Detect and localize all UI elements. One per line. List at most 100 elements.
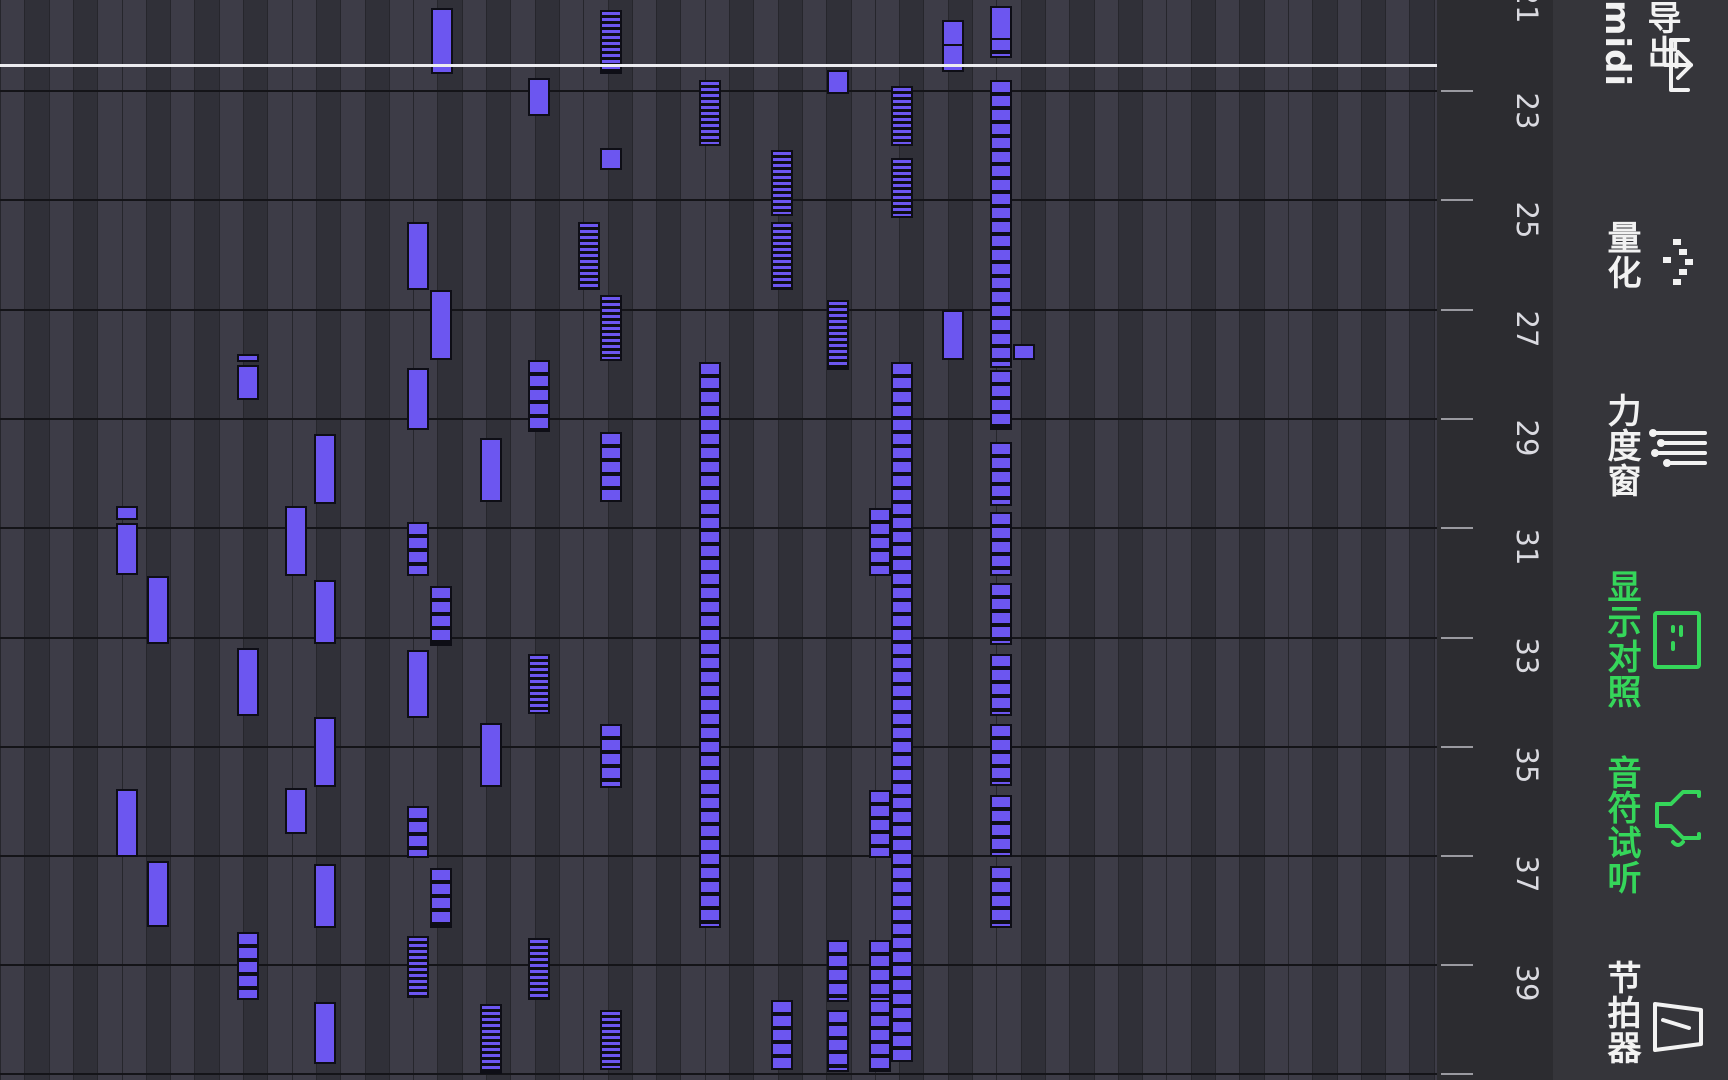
note-preview-button[interactable]: 音符试听 (1553, 755, 1728, 900)
note-block[interactable] (480, 438, 502, 502)
metronome-label: 节拍器 (1601, 960, 1641, 1065)
note-block[interactable] (480, 723, 502, 787)
note-block[interactable] (528, 78, 550, 116)
note-block[interactable] (600, 148, 622, 170)
pitch-lane-divider (656, 0, 658, 1080)
measure-ruler[interactable]: 21 23 25 27 29 31 33 35 37 39 (1437, 0, 1553, 1080)
note-group[interactable] (237, 932, 259, 1000)
note-group[interactable] (869, 790, 891, 858)
pitch-lane-divider (1166, 0, 1168, 1080)
note-block[interactable] (116, 506, 138, 520)
note-group[interactable] (827, 940, 849, 1002)
note-group[interactable] (407, 806, 429, 858)
note-block[interactable] (147, 576, 169, 644)
note-block[interactable] (116, 789, 138, 857)
note-block[interactable] (407, 222, 429, 290)
metronome-button[interactable]: 节拍器 (1553, 960, 1728, 1080)
note-group[interactable] (600, 295, 622, 361)
pitch-lane-divider (0, 0, 1, 1080)
note-group[interactable] (869, 508, 891, 576)
quantize-icon (1643, 227, 1713, 297)
note-group[interactable] (407, 936, 429, 998)
note-group[interactable] (891, 86, 913, 146)
velocity-label: 力度窗 (1601, 393, 1641, 498)
note-block[interactable] (314, 864, 336, 928)
app-window: 21 23 25 27 29 31 33 35 37 39 导出midi 量化 … (0, 0, 1728, 1080)
pitch-lane (1360, 0, 1386, 1080)
note-block[interactable] (430, 290, 452, 360)
pitch-lane (534, 0, 560, 1080)
note-group[interactable] (891, 158, 913, 218)
note-group[interactable] (827, 1010, 849, 1072)
pitch-lane (72, 0, 98, 1080)
pitch-lane-divider (1360, 0, 1362, 1080)
note-group[interactable] (578, 222, 600, 290)
note-block[interactable] (942, 20, 964, 46)
note-group[interactable] (990, 724, 1012, 786)
note-block[interactable] (237, 648, 259, 716)
pitch-lane (1044, 0, 1070, 1080)
note-group[interactable] (990, 654, 1012, 716)
velocity-window-button[interactable]: 力度窗 (1553, 385, 1728, 510)
pitch-lane-divider (461, 0, 463, 1080)
note-group[interactable] (827, 300, 849, 370)
note-group[interactable] (869, 940, 891, 1002)
note-group[interactable] (990, 38, 1012, 58)
note-group[interactable] (699, 362, 721, 928)
playhead-line[interactable] (0, 64, 1437, 67)
note-group[interactable] (600, 724, 622, 788)
note-block[interactable] (116, 523, 138, 575)
pitch-lane-divider (947, 0, 949, 1080)
piano-roll[interactable] (0, 0, 1437, 1080)
note-group[interactable] (990, 512, 1012, 576)
note-group[interactable] (528, 360, 550, 432)
note-group[interactable] (600, 1010, 622, 1070)
note-group[interactable] (771, 150, 793, 216)
pitch-lane-divider (1044, 0, 1046, 1080)
show-compare-button[interactable]: 显示对照 (1553, 565, 1728, 710)
note-group[interactable] (771, 222, 793, 290)
note-group[interactable] (430, 586, 452, 646)
note-group[interactable] (869, 1000, 891, 1072)
export-midi-button[interactable]: 导出midi (1553, 0, 1728, 150)
note-group[interactable] (430, 868, 452, 928)
note-group[interactable] (990, 80, 1012, 368)
note-group[interactable] (699, 80, 721, 146)
note-block[interactable] (314, 717, 336, 787)
note-group[interactable] (528, 938, 550, 1000)
note-group[interactable] (480, 1004, 502, 1074)
measure-number: 37 (1510, 855, 1544, 893)
bar-line (0, 1073, 1437, 1075)
note-block[interactable] (990, 6, 1012, 40)
note-block[interactable] (314, 580, 336, 644)
note-block[interactable] (147, 861, 169, 927)
note-block[interactable] (285, 788, 307, 834)
note-block[interactable] (827, 70, 849, 94)
note-block[interactable] (285, 506, 307, 576)
note-group[interactable] (990, 866, 1012, 928)
note-group[interactable] (407, 522, 429, 576)
note-group[interactable] (990, 583, 1012, 645)
note-block[interactable] (314, 1002, 336, 1064)
note-block[interactable] (407, 368, 429, 430)
note-group[interactable] (528, 654, 550, 714)
note-block[interactable] (237, 365, 259, 400)
note-group[interactable] (990, 795, 1012, 857)
note-block[interactable] (942, 310, 964, 360)
note-block[interactable] (1013, 344, 1035, 360)
note-group[interactable] (990, 370, 1012, 430)
note-group[interactable] (237, 354, 259, 362)
note-group[interactable] (990, 442, 1012, 506)
note-group[interactable] (891, 362, 913, 1062)
measure-number: 21 (1510, 0, 1544, 24)
quantize-button[interactable]: 量化 (1553, 210, 1728, 330)
note-block[interactable] (314, 434, 336, 504)
note-group[interactable] (600, 432, 622, 502)
pitch-lane (364, 0, 390, 1080)
pitch-lane-divider (1215, 0, 1216, 1080)
pitch-lane-divider (1263, 0, 1265, 1080)
note-group[interactable] (771, 1000, 793, 1070)
pitch-lane-divider (534, 0, 536, 1080)
measure-number: 31 (1510, 528, 1544, 566)
note-block[interactable] (407, 650, 429, 718)
